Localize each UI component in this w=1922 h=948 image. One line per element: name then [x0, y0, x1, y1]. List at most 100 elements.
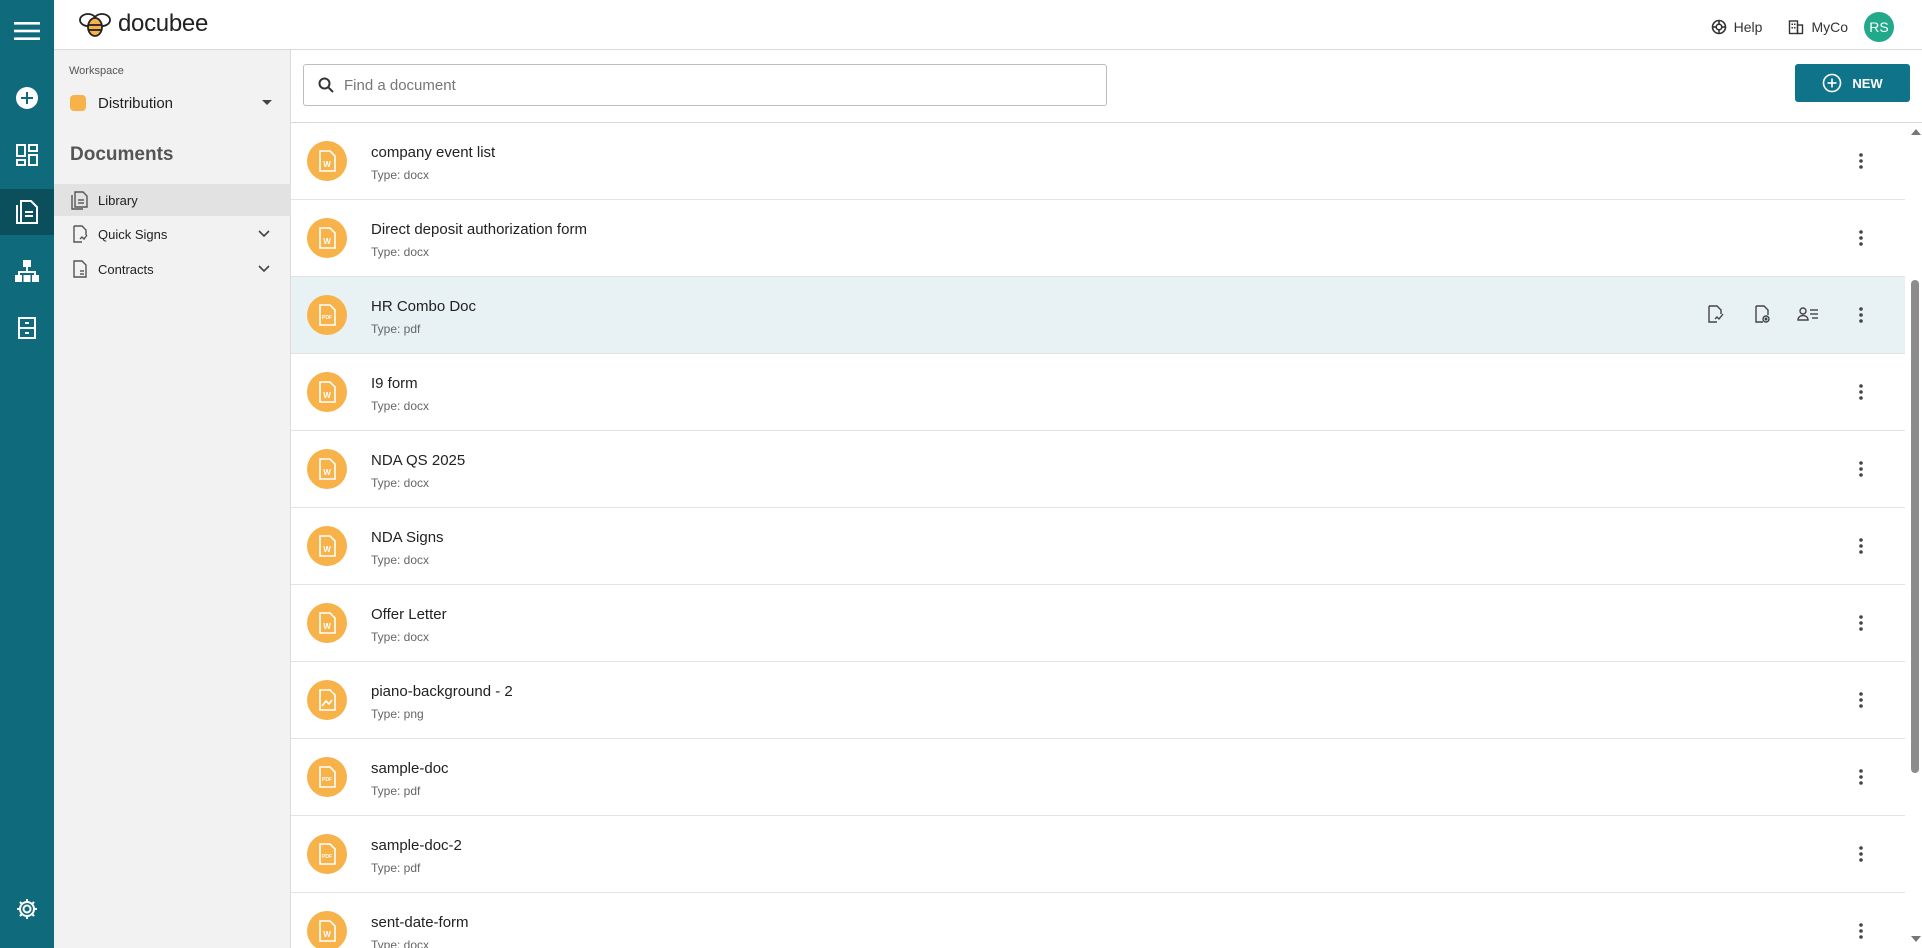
document-row[interactable]: W I9 form Type: docx	[291, 354, 1905, 431]
add-circle-icon[interactable]	[0, 76, 54, 120]
help-link[interactable]: Help	[1711, 19, 1763, 35]
document-row[interactable]: W NDA QS 2025 Type: docx	[291, 431, 1905, 508]
document-row[interactable]: Wsent-date-form Type: docx	[291, 893, 1905, 948]
sidebar: Workspace Distribution Documents Library…	[54, 50, 291, 948]
document-name[interactable]: NDA Signs	[371, 529, 444, 546]
more-options-icon[interactable]	[1851, 227, 1871, 249]
workspace-select[interactable]: Distribution	[70, 92, 280, 114]
settings-gear-icon[interactable]	[0, 887, 54, 931]
more-options-icon[interactable]	[1851, 304, 1871, 326]
image-file-icon	[307, 680, 347, 720]
building-icon	[1789, 20, 1804, 35]
more-options-icon[interactable]	[1851, 843, 1871, 865]
document-row[interactable]: PDF sample-doc Type: pdf	[291, 739, 1905, 816]
lifebuoy-icon	[1711, 19, 1726, 35]
svg-text:PDF: PDF	[322, 854, 332, 860]
pdf-file-icon: PDF	[307, 757, 347, 797]
more-options-icon[interactable]	[1851, 766, 1871, 788]
document-name[interactable]: Offer Letter	[371, 606, 447, 623]
document-type: Type: pdf	[371, 784, 421, 798]
document-row[interactable]: W Offer Letter Type: docx	[291, 585, 1905, 662]
document-name[interactable]: sample-doc-2	[371, 837, 462, 854]
word-file-icon: W	[307, 603, 347, 643]
chevron-down-icon[interactable]	[257, 227, 271, 241]
scroll-up-arrow-icon[interactable]	[1911, 129, 1921, 135]
more-options-icon[interactable]	[1851, 150, 1871, 172]
document-row[interactable]: PDF HR Combo Doc Type: pdf	[291, 277, 1905, 354]
org-chart-icon[interactable]	[0, 249, 54, 293]
more-options-icon[interactable]	[1851, 612, 1871, 634]
document-name[interactable]: NDA QS 2025	[371, 452, 465, 469]
left-rail	[0, 0, 54, 948]
sidebar-item-quick-signs[interactable]: Quick Signs	[54, 218, 291, 250]
document-row[interactable]: piano-background - 2 Type: png	[291, 662, 1905, 739]
document-type: Type: pdf	[371, 322, 421, 336]
svg-text:W: W	[323, 545, 331, 554]
sidebar-item-contracts[interactable]: Contracts	[54, 253, 291, 285]
document-type: Type: docx	[371, 399, 430, 413]
contract-icon	[73, 260, 87, 278]
scrollbar[interactable]	[1908, 123, 1922, 948]
search-input[interactable]	[344, 76, 1064, 94]
scrollbar-thumb[interactable]	[1911, 280, 1919, 773]
document-type: Type: docx	[371, 553, 430, 567]
svg-text:PDF: PDF	[322, 315, 332, 321]
document-name[interactable]: piano-background - 2	[371, 683, 513, 700]
documents-icon[interactable]	[0, 189, 54, 235]
menu-icon[interactable]	[0, 9, 54, 53]
sign-document-icon[interactable]	[1705, 303, 1727, 325]
user-avatar[interactable]: RS	[1864, 12, 1894, 42]
docubee-logo[interactable]: docubee	[76, 9, 208, 39]
help-label: Help	[1733, 19, 1763, 35]
more-options-icon[interactable]	[1851, 458, 1871, 480]
assign-signers-icon[interactable]	[1797, 303, 1819, 325]
svg-text:W: W	[323, 468, 331, 477]
sidebar-item-label: Contracts	[98, 261, 154, 277]
svg-text:W: W	[323, 160, 331, 169]
workspace-color-swatch	[70, 95, 86, 111]
document-name[interactable]: HR Combo Doc	[371, 298, 476, 315]
bee-logo-icon	[79, 13, 111, 37]
document-row[interactable]: W Direct deposit authorization form Type: …	[291, 200, 1905, 277]
document-row[interactable]: Wcompany event list Type: docx	[291, 123, 1905, 200]
quick-sign-icon	[73, 225, 88, 243]
caret-down-icon	[262, 100, 272, 105]
document-name[interactable]: Direct deposit authorization form	[371, 221, 587, 238]
document-type: Type: docx	[371, 245, 430, 259]
document-type: Type: docx	[371, 168, 430, 182]
dashboard-icon[interactable]	[0, 133, 54, 177]
svg-text:PDF: PDF	[322, 777, 332, 783]
app-root: docubee Help MyCo RS Workspace Distribut…	[0, 0, 1922, 948]
word-file-icon: W	[307, 218, 347, 258]
more-options-icon[interactable]	[1851, 689, 1871, 711]
chevron-down-icon[interactable]	[257, 262, 271, 276]
document-row[interactable]: W NDA Signs Type: docx	[291, 508, 1905, 585]
new-document-button[interactable]: NEW	[1795, 64, 1910, 102]
document-name[interactable]: sent-date-form	[371, 914, 469, 931]
svg-text:W: W	[323, 391, 331, 400]
search-box[interactable]	[303, 64, 1107, 106]
sidebar-item-library[interactable]: Library	[54, 184, 291, 216]
document-name[interactable]: sample-doc	[371, 760, 449, 777]
sidebar-item-label: Library	[98, 192, 138, 208]
workspace-name: Distribution	[98, 94, 174, 112]
more-options-icon[interactable]	[1851, 381, 1871, 403]
document-name[interactable]: company event list	[371, 144, 495, 161]
new-button-label: NEW	[1852, 75, 1883, 91]
cabinet-icon[interactable]	[0, 306, 54, 350]
pdf-file-icon: PDF	[307, 295, 347, 335]
word-file-icon: W	[307, 372, 347, 412]
preview-document-icon[interactable]	[1751, 303, 1773, 325]
organization-switcher[interactable]: MyCo	[1788, 19, 1848, 35]
svg-text:W: W	[323, 930, 331, 939]
word-file-icon: W	[307, 911, 347, 948]
document-name[interactable]: I9 form	[371, 375, 418, 392]
more-options-icon[interactable]	[1851, 535, 1871, 557]
more-options-icon[interactable]	[1851, 920, 1871, 942]
scroll-down-arrow-icon[interactable]	[1911, 936, 1921, 942]
word-file-icon: W	[307, 526, 347, 566]
header-actions: Help MyCo RS	[1685, 12, 1894, 42]
document-row[interactable]: PDF sample-doc-2 Type: pdf	[291, 816, 1905, 893]
documents-section-title: Documents	[70, 144, 174, 165]
sidebar-item-label: Quick Signs	[98, 226, 168, 242]
